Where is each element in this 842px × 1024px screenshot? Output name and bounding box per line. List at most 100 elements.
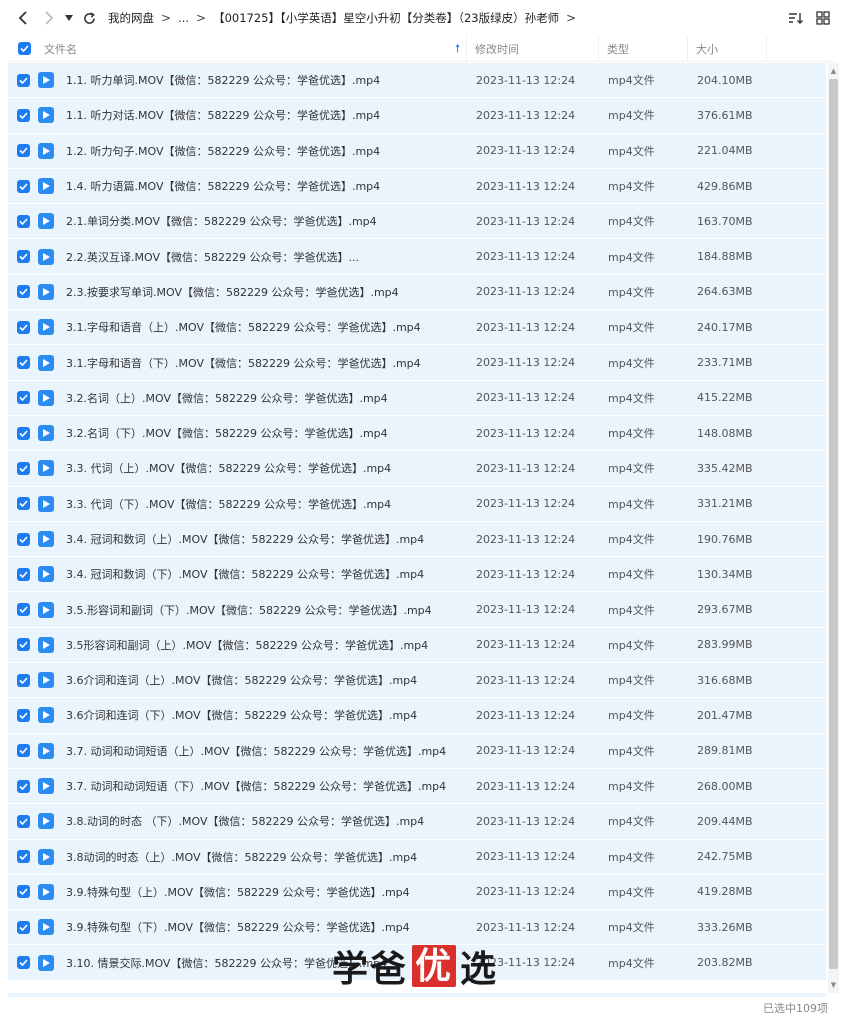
file-row[interactable]: 3.1.字母和语音（下）.MOV【微信：582229 公众号：学爸优选】.mp4… [8,345,826,380]
file-name[interactable]: 3.7. 动词和动词短语（上）.MOV【微信：582229 公众号：学爸优选】.… [60,743,468,759]
scrollbar-thumb[interactable] [829,79,838,969]
file-name[interactable]: 1.2. 听力句子.MOV【微信：582229 公众号：学爸优选】.mp4 [60,143,468,159]
file-name[interactable]: 2.3.按要求写单词.MOV【微信：582229 公众号：学爸优选】.mp4 [60,284,468,300]
history-dropdown[interactable] [62,0,76,36]
file-row[interactable]: 3.8.动词的时态 （下）.MOV【微信：582229 公众号：学爸优选】.mp… [8,804,826,839]
row-checkbox[interactable] [8,532,38,546]
file-size: 283.99MB [697,638,753,652]
file-row[interactable]: 3.3. 代词（上）.MOV【微信：582229 公众号：学爸优选】.mp4 20… [8,451,826,486]
row-checkbox[interactable] [8,214,38,228]
file-name[interactable]: 2.1.单词分类.MOV【微信：582229 公众号：学爸优选】.mp4 [60,213,468,229]
file-row[interactable]: 3.5形容词和副词（上）.MOV【微信：582229 公众号：学爸优选】.mp4… [8,627,826,663]
refresh-button[interactable] [76,0,102,36]
file-row[interactable]: 3.8动词的时态（上）.MOV【微信：582229 公众号：学爸优选】.mp4 2… [8,839,826,874]
forward-button[interactable] [36,0,62,36]
back-button[interactable] [10,0,36,36]
row-checkbox[interactable] [8,73,38,87]
file-name[interactable]: 3.2.名词（上）.MOV【微信：582229 公众号：学爸优选】.mp4 [60,390,468,406]
column-time[interactable]: 修改时间 [466,35,598,62]
row-checkbox[interactable] [8,144,38,158]
file-modified-time: 2023-11-13 12:24 [476,285,576,299]
file-row[interactable]: 2.3.按要求写单词.MOV【微信：582229 公众号：学爸优选】.mp4 20… [8,274,826,310]
watermark-logo: 学爸 优 选 [332,940,498,992]
file-name[interactable]: 3.3. 代词（下）.MOV【微信：582229 公众号：学爸优选】.mp4 [60,496,468,512]
file-name[interactable]: 3.3. 代词（上）.MOV【微信：582229 公众号：学爸优选】.mp4 [60,460,468,476]
file-name[interactable]: 3.8动词的时态（上）.MOV【微信：582229 公众号：学爸优选】.mp4 [60,849,468,865]
row-checkbox[interactable] [8,567,38,581]
file-name[interactable]: 3.5形容词和副词（上）.MOV【微信：582229 公众号：学爸优选】.mp4 [60,637,468,653]
row-checkbox[interactable] [8,391,38,405]
row-checkbox[interactable] [8,779,38,793]
row-checkbox[interactable] [8,426,38,440]
scroll-up-icon[interactable]: ▲ [828,65,839,77]
file-row[interactable]: 3.2.名词（下）.MOV【微信：582229 公众号：学爸优选】.mp4 202… [8,415,826,451]
row-checkbox[interactable] [8,920,38,934]
row-checkbox[interactable] [8,673,38,687]
file-name[interactable]: 3.9.特殊句型（上）.MOV【微信：582229 公众号：学爸优选】.mp4 [60,884,468,900]
file-row[interactable]: 3.7. 动词和动词短语（上）.MOV【微信：582229 公众号：学爸优选】.… [8,733,826,768]
row-checkbox[interactable] [8,497,38,511]
file-row[interactable]: 3.6介词和连词（下）.MOV【微信：582229 公众号：学爸优选】.mp4 2… [8,698,826,733]
file-row[interactable]: 1.1. 听力单词.MOV【微信：582229 公众号：学爸优选】.mp4 202… [8,63,826,98]
file-name[interactable]: 3.9.特殊句型（下）.MOV【微信：582229 公众号：学爸优选】.mp4 [60,919,468,935]
vertical-scrollbar[interactable]: ▲ ▼ [828,63,839,993]
file-row[interactable]: 1.1. 听力对话.MOV【微信：582229 公众号：学爸优选】.mp4 202… [8,98,826,133]
file-name[interactable]: 1.1. 听力对话.MOV【微信：582229 公众号：学爸优选】.mp4 [60,107,468,123]
file-row[interactable]: 2.2.英汉互译.MOV【微信：582229 公众号：学爸优选】... 2023-… [8,239,826,274]
file-name[interactable]: 1.4. 听力语篇.MOV【微信：582229 公众号：学爸优选】.mp4 [60,178,468,194]
file-name[interactable]: 3.2.名词（下）.MOV【微信：582229 公众号：学爸优选】.mp4 [60,425,468,441]
breadcrumb-ellipsis[interactable]: ... [178,11,189,25]
file-name[interactable]: 2.2.英汉互译.MOV【微信：582229 公众号：学爸优选】... [60,249,468,265]
row-checkbox[interactable] [8,285,38,299]
file-row[interactable]: 3.4. 冠词和数词（上）.MOV【微信：582229 公众号：学爸优选】.mp… [8,521,826,557]
column-type[interactable]: 类型 [598,35,687,62]
file-type: mp4文件 [608,321,655,335]
file-row[interactable]: 3.1.字母和语音（上）.MOV【微信：582229 公众号：学爸优选】.mp4… [8,310,826,345]
column-size[interactable]: 大小 [687,35,767,62]
row-checkbox[interactable] [8,814,38,828]
file-row[interactable]: 3.7. 动词和动词短语（下）.MOV【微信：582229 公众号：学爸优选】.… [8,768,826,804]
file-size: 233.71MB [697,356,753,370]
breadcrumb-root[interactable]: 我的网盘 [108,10,154,26]
row-checkbox[interactable] [8,638,38,652]
file-name[interactable]: 3.7. 动词和动词短语（下）.MOV【微信：582229 公众号：学爸优选】.… [60,778,468,794]
row-checkbox[interactable] [8,850,38,864]
select-all-checkbox[interactable] [8,42,40,55]
file-name[interactable]: 3.8.动词的时态 （下）.MOV【微信：582229 公众号：学爸优选】.mp… [60,813,468,829]
row-checkbox[interactable] [8,320,38,334]
file-name[interactable]: 3.1.字母和语音（上）.MOV【微信：582229 公众号：学爸优选】.mp4 [60,319,468,335]
file-row[interactable]: 1.2. 听力句子.MOV【微信：582229 公众号：学爸优选】.mp4 202… [8,133,826,168]
file-name[interactable]: 3.6介词和连词（上）.MOV【微信：582229 公众号：学爸优选】.mp4 [60,672,468,688]
row-checkbox[interactable] [8,461,38,475]
file-row[interactable]: 3.9.特殊句型（上）.MOV【微信：582229 公众号：学爸优选】.mp4 2… [8,874,826,910]
row-checkbox[interactable] [8,179,38,193]
file-row[interactable]: 1.4. 听力语篇.MOV【微信：582229 公众号：学爸优选】.mp4 202… [8,168,826,204]
breadcrumb-current[interactable]: 【001725】【小学英语】星空小升初【分类卷】（23版绿皮）孙老师 [213,10,559,26]
file-name[interactable]: 3.4. 冠词和数词（上）.MOV【微信：582229 公众号：学爸优选】.mp… [60,531,468,547]
file-row[interactable]: 3.5.形容词和副词（下）.MOV【微信：582229 公众号：学爸优选】.mp… [8,592,826,627]
row-checkbox[interactable] [8,956,38,970]
file-row[interactable]: 3.2.名词（上）.MOV【微信：582229 公众号：学爸优选】.mp4 202… [8,380,826,415]
file-name[interactable]: 3.1.字母和语音（下）.MOV【微信：582229 公众号：学爸优选】.mp4 [60,355,468,371]
row-checkbox[interactable] [8,708,38,722]
row-checkbox[interactable] [8,744,38,758]
scroll-down-icon[interactable]: ▼ [828,979,839,991]
file-row[interactable]: 3.3. 代词（下）.MOV【微信：582229 公众号：学爸优选】.mp4 20… [8,486,826,521]
row-checkbox[interactable] [8,603,38,617]
sort-icon[interactable] [788,11,804,25]
file-name[interactable]: 1.1. 听力单词.MOV【微信：582229 公众号：学爸优选】.mp4 [60,72,468,88]
column-name[interactable]: 文件名 🠕 [40,41,466,57]
row-checkbox[interactable] [8,356,38,370]
file-row[interactable]: 2.1.单词分类.MOV【微信：582229 公众号：学爸优选】.mp4 2023… [8,204,826,239]
file-row[interactable]: 3.4. 冠词和数词（下）.MOV【微信：582229 公众号：学爸优选】.mp… [8,557,826,592]
row-checkbox[interactable] [8,885,38,899]
file-row[interactable]: 3.6介词和连词（上）.MOV【微信：582229 公众号：学爸优选】.mp4 2… [8,663,826,698]
file-name[interactable]: 3.5.形容词和副词（下）.MOV【微信：582229 公众号：学爸优选】.mp… [60,602,468,618]
file-name[interactable]: 3.4. 冠词和数词（下）.MOV【微信：582229 公众号：学爸优选】.mp… [60,566,468,582]
video-file-icon [38,813,54,830]
row-checkbox[interactable] [8,250,38,264]
row-checkbox[interactable] [8,108,38,122]
grid-view-icon[interactable] [816,11,830,25]
file-type-icon [38,248,60,265]
file-name[interactable]: 3.6介词和连词（下）.MOV【微信：582229 公众号：学爸优选】.mp4 [60,707,468,723]
